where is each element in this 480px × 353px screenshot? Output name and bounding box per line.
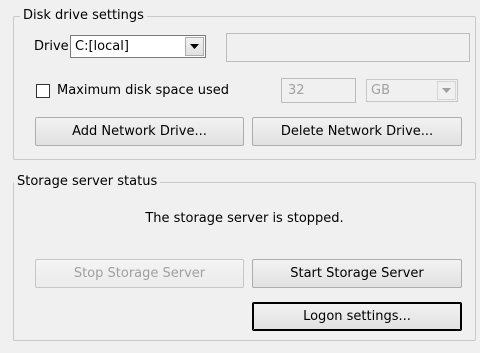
max-space-unit-select: GB bbox=[366, 79, 458, 102]
disk-drive-settings-legend: Disk drive settings bbox=[20, 8, 147, 24]
drive-select-value: C:[local] bbox=[75, 39, 129, 54]
drive-label: Drive bbox=[34, 39, 69, 54]
logon-settings-button[interactable]: Logon settings... bbox=[252, 302, 462, 331]
add-network-drive-button[interactable]: Add Network Drive... bbox=[35, 117, 244, 146]
drive-select[interactable]: C:[local] bbox=[70, 35, 206, 58]
stop-storage-server-button: Stop Storage Server bbox=[35, 259, 244, 288]
max-space-value-field: 32 bbox=[281, 78, 356, 103]
max-space-label[interactable]: Maximum disk space used bbox=[57, 83, 229, 98]
storage-server-status-legend: Storage server status bbox=[14, 174, 161, 190]
max-space-checkbox[interactable] bbox=[36, 84, 50, 98]
chevron-down-icon[interactable] bbox=[185, 37, 204, 56]
delete-network-drive-button[interactable]: Delete Network Drive... bbox=[252, 117, 462, 146]
chevron-down-icon bbox=[437, 81, 456, 100]
dialog-root: Disk drive settings Drive C:[local] Maxi… bbox=[0, 0, 480, 353]
drive-info-field bbox=[226, 33, 470, 62]
max-space-unit-value: GB bbox=[371, 83, 390, 98]
server-status-text: The storage server is stopped. bbox=[145, 211, 344, 226]
start-storage-server-button[interactable]: Start Storage Server bbox=[252, 259, 462, 288]
